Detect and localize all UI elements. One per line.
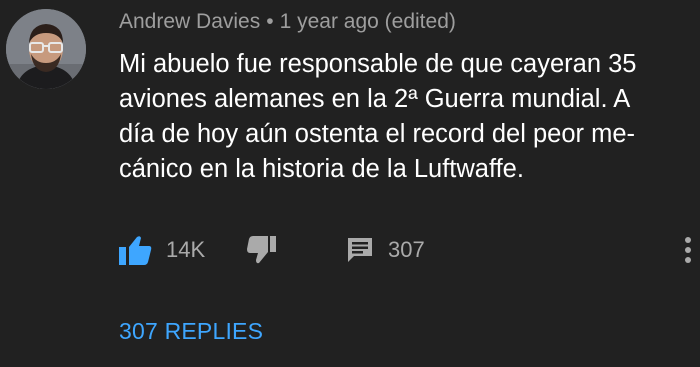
more-options-button[interactable] <box>684 230 692 270</box>
avatar[interactable] <box>6 9 86 89</box>
comment-text: Mi abuelo fue responsable de que cayeran… <box>119 47 689 187</box>
comment-header: Andrew Davies • 1 year ago (edited) <box>119 8 456 36</box>
reply-button[interactable]: 307 <box>346 230 425 270</box>
like-count: 14K <box>166 237 206 262</box>
like-button[interactable]: 14K <box>118 230 205 270</box>
dislike-button[interactable] <box>247 230 277 270</box>
more-vert-icon <box>685 237 691 263</box>
comment-actions: 14K 307 <box>0 230 700 270</box>
thumbs-up-icon <box>119 236 152 265</box>
view-replies-link[interactable]: 307 REPLIES <box>119 318 263 345</box>
avatar-image <box>6 9 86 89</box>
comment-line: aviones alemanes en la 2ª Guerra mundial… <box>119 85 631 113</box>
comment-line: Mi abuelo fue responsable de que cayeran… <box>119 50 637 78</box>
thumbs-down-icon <box>247 236 276 264</box>
separator-dot: • <box>266 10 274 33</box>
author-name[interactable]: Andrew Davies <box>119 10 260 33</box>
timestamp[interactable]: 1 year ago (edited) <box>280 10 456 33</box>
comment-line: cánico en la historia de la Luftwaffe. <box>119 155 524 183</box>
reply-count: 307 <box>388 237 425 262</box>
comment-icon <box>348 238 372 262</box>
comment-line: día de hoy aún ostenta el record del peo… <box>119 120 635 148</box>
